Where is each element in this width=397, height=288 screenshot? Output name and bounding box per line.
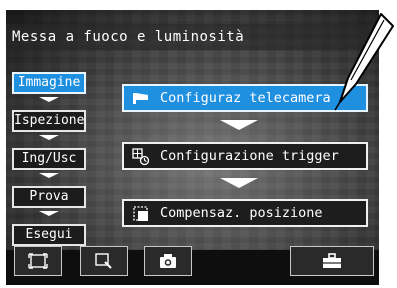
trigger-settings-label: Configurazione trigger	[160, 148, 339, 164]
nav-arrow-icon	[39, 211, 59, 216]
zoom-icon	[95, 253, 112, 269]
nav-item-ing-usc[interactable]: Ing/Usc	[12, 148, 86, 170]
capture-image-button[interactable]	[144, 246, 192, 276]
toolbox-button[interactable]	[290, 246, 374, 276]
touch-screen: Messa a fuoco e luminosità Immagine Ispe…	[6, 10, 379, 285]
flow-arrow-icon	[220, 120, 258, 130]
nav-arrow-icon	[39, 173, 59, 178]
fit-view-button[interactable]	[14, 246, 62, 276]
trigger-settings-button[interactable]: Configurazione trigger	[122, 142, 368, 170]
zoom-button[interactable]	[80, 246, 128, 276]
page-title: Messa a fuoco e luminosità	[12, 29, 245, 45]
top-caption-strip	[0, 0, 397, 10]
camera-settings-label: Configuraz telecamera	[160, 90, 331, 106]
nav-arrow-icon	[39, 97, 59, 102]
capture-image-icon	[160, 254, 176, 268]
position-compensation-icon	[132, 205, 148, 221]
nav-item-prova[interactable]: Prova	[12, 186, 86, 208]
nav-item-immagine[interactable]: Immagine	[12, 72, 86, 94]
toolbox-icon	[323, 253, 341, 268]
trigger-settings-icon	[132, 148, 150, 166]
nav-item-esegui[interactable]: Esegui	[12, 224, 86, 246]
camera-settings-button[interactable]: Configuraz telecamera	[122, 84, 368, 112]
fit-view-icon	[28, 253, 48, 269]
position-compensation-label: Compensaz. posizione	[160, 205, 323, 221]
nav-arrow-icon	[39, 135, 59, 140]
camera-settings-icon	[132, 90, 148, 106]
position-compensation-button[interactable]: Compensaz. posizione	[122, 199, 368, 227]
nav-item-ispezione[interactable]: Ispezione	[12, 110, 86, 132]
flow-arrow-icon	[220, 178, 258, 188]
